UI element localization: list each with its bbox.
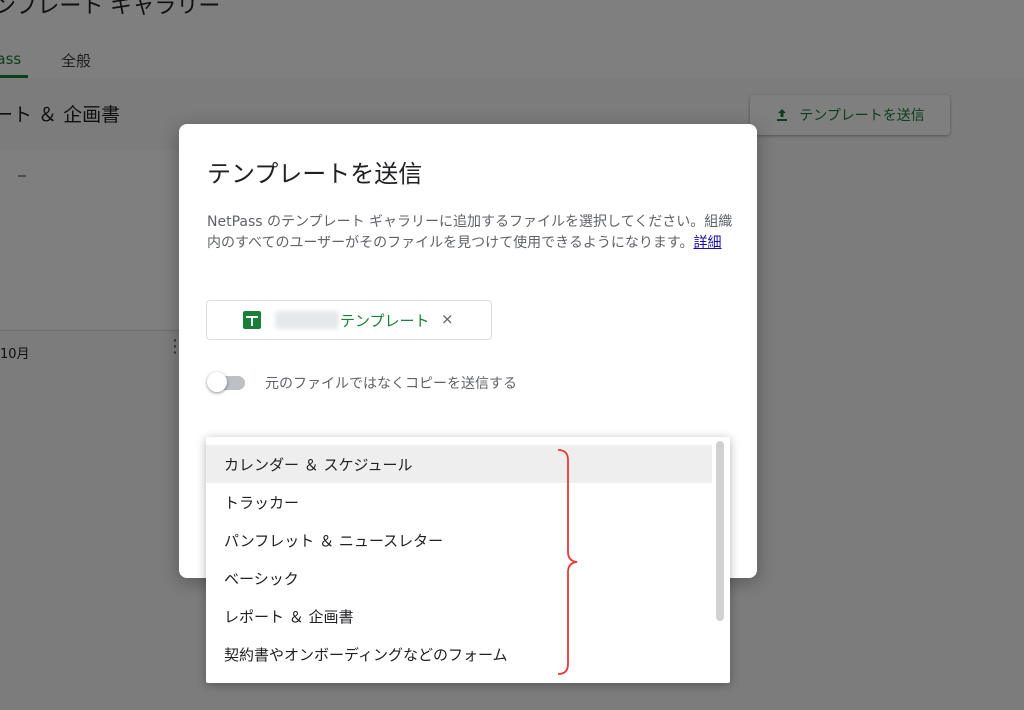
menu-item-tracker[interactable]: トラッカー [206, 483, 712, 521]
menu-item-forms[interactable]: 契約書やオンボーディングなどのフォーム [206, 635, 712, 673]
copy-toggle[interactable] [207, 372, 247, 392]
menu-item-report[interactable]: レポート ＆ 企画書 [206, 597, 712, 635]
details-link[interactable]: 詳細 [694, 235, 722, 251]
sheets-icon [243, 311, 261, 329]
toggle-thumb [207, 372, 227, 392]
menu-scrollbar-thumb[interactable] [716, 441, 724, 621]
dialog-title: テンプレートを送信 [207, 160, 423, 188]
file-name: テンプレート [340, 312, 430, 330]
redacted-file-prefix [275, 311, 339, 329]
menu-item-calendar[interactable]: カレンダー ＆ スケジュール [206, 445, 712, 483]
category-dropdown-menu: カレンダー ＆ スケジュール トラッカー パンフレット ＆ ニュースレター ベー… [206, 437, 730, 683]
dialog-description: NetPass のテンプレート ギャラリーに追加するファイルを選択してください。… [207, 212, 735, 254]
copy-toggle-label: 元のファイルではなくコピーを送信する [265, 376, 517, 392]
menu-item-newsletter[interactable]: パンフレット ＆ ニュースレター [206, 521, 712, 559]
menu-item-basic[interactable]: ベーシック [206, 559, 712, 597]
selected-file-chip[interactable]: テンプレート × [206, 300, 492, 340]
annotation-brace [557, 449, 578, 675]
description-text: NetPass のテンプレート ギャラリーに追加するファイルを選択してください。… [207, 214, 733, 251]
menu-scrollbar[interactable] [716, 441, 724, 679]
remove-file-icon[interactable]: × [441, 310, 454, 328]
